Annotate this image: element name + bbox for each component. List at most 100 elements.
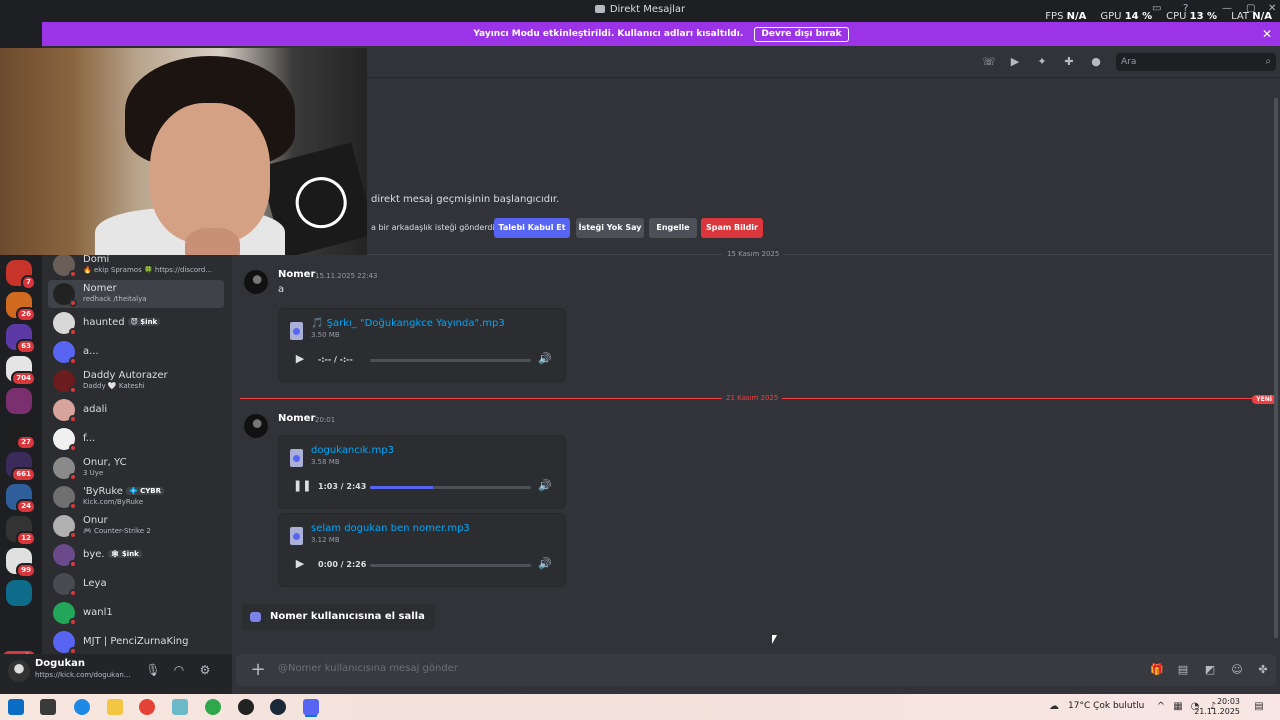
audio-attachment: 🎵 Şarkı_ "Doğukangkce Yayında".mp3 3.50 …	[278, 308, 566, 382]
guild-tag: 💠 CYBR	[125, 487, 165, 495]
video-call-icon[interactable]: ▶	[1008, 55, 1022, 69]
audio-progress[interactable]	[370, 486, 531, 489]
dm-item[interactable]: wanl1	[48, 599, 224, 627]
notification-icon[interactable]: ▤	[1253, 701, 1265, 713]
message-author[interactable]: Nomer	[278, 269, 315, 280]
audio-file-name[interactable]: dogukancık.mp3	[311, 445, 394, 456]
close-window-icon[interactable]: ✕	[1268, 3, 1276, 14]
dm-item[interactable]: bye. 🕸 $ink	[48, 541, 224, 569]
dm-item[interactable]: haunted 😈 $ink	[48, 309, 224, 337]
network-icon[interactable]: ▦	[1172, 701, 1184, 713]
server-icon[interactable]: 24	[6, 484, 36, 514]
search-input[interactable]: Ara ⌕	[1116, 53, 1276, 71]
close-banner-icon[interactable]: ✕	[1262, 22, 1272, 46]
voice-call-icon[interactable]: ☏	[982, 55, 996, 69]
chevron-up-icon[interactable]: ^	[1155, 701, 1167, 713]
maximize-icon[interactable]: ▢	[1246, 3, 1255, 14]
block-button[interactable]: Engelle	[649, 218, 697, 238]
edge-icon[interactable]	[74, 699, 90, 715]
weather-text[interactable]: 17°C Çok bulutlu	[1068, 701, 1144, 711]
pause-icon[interactable]: ❚❚	[293, 479, 311, 493]
headphones-icon[interactable]: ◠	[171, 662, 187, 678]
accept-request-button[interactable]: Talebi Kabul Et	[494, 218, 570, 238]
apps-icon[interactable]: ✤	[1256, 663, 1270, 677]
audio-file-name[interactable]: selam dogukan ben nomer.mp3	[311, 523, 470, 534]
volume-icon[interactable]: 🔊	[538, 352, 552, 366]
volume-icon[interactable]: 🔊	[538, 557, 552, 571]
dm-item[interactable]: Nomer redhack /theitalya	[48, 280, 224, 308]
dm-item[interactable]: Daddy Autorazer Daddy 🤍 Kateshi	[48, 367, 224, 395]
chrome-icon[interactable]	[205, 699, 221, 715]
audio-file-name[interactable]: 🎵 Şarkı_ "Doğukangkce Yayında".mp3	[311, 318, 505, 329]
ignore-request-button[interactable]: İsteği Yok Say	[576, 218, 644, 238]
report-spam-button[interactable]: Spam Bildir	[701, 218, 763, 238]
dm-item[interactable]: Onur, YC 3 Üye	[48, 454, 224, 482]
message-input[interactable]: @Nomer kullanıcısına mesaj gönder	[278, 663, 458, 674]
server-icon[interactable]: 704	[6, 356, 36, 386]
status-indicator	[69, 473, 77, 481]
play-icon[interactable]: ▶	[293, 352, 307, 366]
message-box: + @Nomer kullanıcısına mesaj gönder 🎁 ▤ …	[236, 654, 1276, 686]
server-icon[interactable]	[6, 388, 32, 414]
server-icon[interactable]: 12	[6, 516, 36, 546]
add-attachment-icon[interactable]: +	[248, 660, 268, 680]
gift-icon[interactable]: 🎁	[1150, 663, 1164, 677]
profile-icon[interactable]: ●	[1089, 55, 1103, 69]
app-icon[interactable]	[238, 699, 254, 715]
avatar[interactable]	[244, 270, 268, 294]
server-icon[interactable]: 7	[6, 260, 36, 290]
message-author[interactable]: Nomer	[278, 413, 315, 424]
dm-item[interactable]: Domi 🔥 ekip Spramos 🍀 https://discord...	[48, 251, 224, 279]
disable-streamer-button[interactable]: Devre dışı bırak	[754, 27, 849, 42]
chrome-icon[interactable]	[139, 699, 155, 715]
audio-progress[interactable]	[370, 564, 531, 567]
dm-item[interactable]: Onur 🎮 Counter-Strike 2	[48, 512, 224, 540]
gif-icon[interactable]: ▤	[1176, 663, 1190, 677]
status-indicator	[69, 560, 77, 568]
discord-icon[interactable]	[303, 699, 319, 715]
inbox-icon[interactable]: ▭	[1152, 3, 1161, 14]
pin-icon[interactable]: ✦	[1035, 55, 1049, 69]
server-icon[interactable]	[6, 580, 32, 606]
clock-time: 20:03	[1216, 697, 1240, 706]
clock[interactable]: 20:03 21.11.2025	[1194, 697, 1240, 717]
dm-name-text: a...	[83, 346, 99, 357]
server-badge: 27	[16, 435, 36, 450]
dm-item[interactable]: f...	[48, 425, 224, 453]
wave-button[interactable]: Nomer kullanıcısına el salla	[242, 604, 435, 630]
message-timestamp: 20:01	[315, 416, 336, 424]
avatar[interactable]	[8, 660, 30, 682]
minimize-icon[interactable]: —	[1222, 3, 1232, 14]
steam-icon[interactable]	[270, 699, 286, 715]
server-icon[interactable]: 99	[6, 548, 36, 578]
server-icon[interactable]: 27	[6, 420, 36, 450]
avatar[interactable]	[244, 414, 268, 438]
audio-progress[interactable]	[370, 359, 531, 362]
start-icon[interactable]	[8, 699, 24, 715]
sticker-icon[interactable]: ◩	[1203, 663, 1217, 677]
server-icon[interactable]: 26	[6, 292, 36, 322]
gear-icon[interactable]: ⚙	[197, 662, 213, 678]
help-icon[interactable]: ?	[1183, 3, 1188, 14]
dm-item[interactable]: adali	[48, 396, 224, 424]
volume-icon[interactable]: 🔊	[538, 479, 552, 493]
audio-file-size: 3.50 MB	[311, 331, 340, 339]
dm-item[interactable]: Leya	[48, 570, 224, 598]
weather-icon[interactable]: ☁	[1048, 701, 1060, 713]
dm-item[interactable]: MJT | PenciZurnaKing	[48, 628, 224, 656]
emoji-icon[interactable]: ☺	[1230, 663, 1244, 677]
dm-name-text: wanl1	[83, 607, 113, 618]
add-friend-icon[interactable]: ✚	[1062, 55, 1076, 69]
play-icon[interactable]: ▶	[293, 557, 307, 571]
dm-item[interactable]: 'ByRuke 💠 CYBR Kick.com/ByRuke	[48, 483, 224, 511]
microphone-icon[interactable]: 🎙	[145, 662, 161, 678]
server-icon[interactable]: 63	[6, 324, 36, 354]
explorer-icon[interactable]	[107, 699, 123, 715]
dm-item[interactable]: a...	[48, 338, 224, 366]
app-icon[interactable]	[172, 699, 188, 715]
scrollbar[interactable]	[1274, 98, 1278, 638]
task-view-icon[interactable]	[40, 699, 56, 715]
status-indicator	[69, 531, 77, 539]
server-badge: 26	[16, 307, 36, 322]
server-icon[interactable]: 661	[6, 452, 36, 482]
